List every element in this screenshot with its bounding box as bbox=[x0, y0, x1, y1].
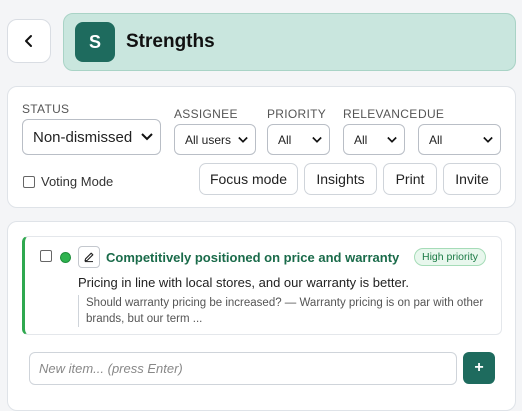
relevance-label: RELEVANCE bbox=[343, 107, 418, 121]
item-title[interactable]: Competitively positioned on price and wa… bbox=[106, 250, 399, 265]
invite-button[interactable]: Invite bbox=[443, 163, 501, 195]
focus-mode-button[interactable]: Focus mode bbox=[199, 163, 298, 195]
new-item-input[interactable]: New item... (press Enter) bbox=[29, 352, 457, 385]
items-panel: Competitively positioned on price and wa… bbox=[7, 221, 516, 411]
chevron-left-icon bbox=[25, 35, 32, 47]
chevron-down-icon bbox=[483, 136, 493, 143]
priority-badge: High priority bbox=[414, 248, 487, 266]
item-select-checkbox[interactable] bbox=[40, 250, 52, 262]
list-item: Competitively positioned on price and wa… bbox=[22, 236, 502, 335]
chevron-down-icon bbox=[238, 136, 248, 143]
item-comment: Should warranty pricing be increased? — … bbox=[78, 295, 492, 327]
back-button[interactable] bbox=[7, 19, 51, 63]
chevron-down-icon bbox=[141, 133, 153, 141]
chevron-down-icon bbox=[312, 136, 322, 143]
due-select[interactable]: All bbox=[418, 124, 501, 155]
page-header: S Strengths bbox=[63, 13, 516, 71]
insights-button[interactable]: Insights bbox=[304, 163, 377, 195]
assignee-select[interactable]: All users bbox=[174, 124, 256, 155]
avatar: S bbox=[75, 22, 115, 62]
print-button[interactable]: Print bbox=[383, 163, 437, 195]
voting-mode-label: Voting Mode bbox=[41, 174, 114, 189]
priority-select-value: All bbox=[278, 132, 292, 147]
assignee-select-value: All users bbox=[185, 132, 232, 147]
priority-select[interactable]: All bbox=[267, 124, 330, 155]
status-select-value: Non-dismissed bbox=[33, 128, 133, 146]
voting-mode-checkbox[interactable] bbox=[23, 175, 35, 188]
status-select[interactable]: Non-dismissed bbox=[22, 119, 161, 155]
status-label: STATUS bbox=[22, 102, 70, 116]
page-title: Strengths bbox=[126, 31, 215, 52]
edit-button[interactable] bbox=[78, 246, 100, 268]
assignee-label: ASSIGNEE bbox=[174, 107, 238, 121]
filter-panel: STATUS Non-dismissed ASSIGNEE All users … bbox=[7, 86, 516, 208]
voting-mode-toggle[interactable]: Voting Mode bbox=[23, 174, 113, 189]
relevance-select-value: All bbox=[354, 132, 368, 147]
status-dot bbox=[60, 252, 71, 263]
add-item-button[interactable]: + bbox=[463, 352, 495, 384]
due-label: DUE bbox=[418, 107, 445, 121]
due-select-value: All bbox=[429, 132, 443, 147]
chevron-down-icon bbox=[387, 136, 397, 143]
item-description: Pricing in line with local stores, and o… bbox=[78, 275, 409, 290]
pencil-icon bbox=[84, 252, 94, 263]
priority-label: PRIORITY bbox=[267, 107, 327, 121]
relevance-select[interactable]: All bbox=[343, 124, 405, 155]
